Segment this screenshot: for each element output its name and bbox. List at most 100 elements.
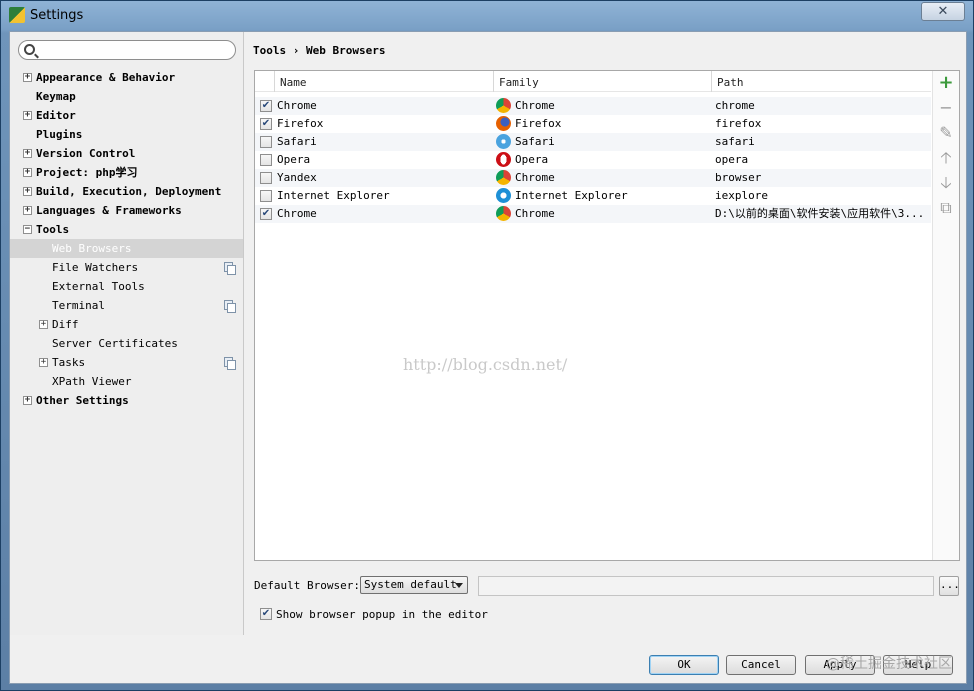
browser-path-cell[interactable]: safari	[715, 133, 929, 151]
collapse-icon[interactable]: −	[23, 225, 32, 234]
browser-path-cell[interactable]: opera	[715, 151, 929, 169]
tree-item[interactable]: + Other Settings	[10, 391, 243, 410]
title-bar[interactable]: Settings ✕	[1, 1, 973, 31]
browser-family-cell[interactable]: Opera	[515, 151, 709, 169]
tree-item[interactable]: Web Browsers	[10, 239, 243, 258]
row-enabled-checkbox[interactable]: ✔	[260, 100, 272, 112]
table-row[interactable]: ✔ Firefox Firefox firefox	[255, 115, 931, 133]
tree-item[interactable]: XPath Viewer	[10, 372, 243, 391]
breadcrumb: Tools › Web Browsers	[253, 44, 385, 57]
expand-icon[interactable]: +	[23, 73, 32, 82]
tree-item[interactable]: + Languages & Frameworks	[10, 201, 243, 220]
browser-path-cell[interactable]: browser	[715, 169, 929, 187]
expand-icon[interactable]: +	[23, 396, 32, 405]
tree-item[interactable]: − Tools	[10, 220, 243, 239]
column-header-name[interactable]: Name	[274, 71, 493, 92]
browser-name-cell[interactable]: Chrome	[277, 97, 491, 115]
browser-name-cell[interactable]: Opera	[277, 151, 491, 169]
web-browsers-panel: Tools › Web Browsers Name Family Path ✔ C…	[245, 32, 966, 635]
expand-icon[interactable]: +	[23, 149, 32, 158]
column-header-path[interactable]: Path	[711, 71, 931, 92]
row-enabled-checkbox[interactable]	[260, 136, 272, 148]
table-row[interactable]: ✔ Chrome Chrome D:\以前的桌面\软件安装\应用软件\3...	[255, 205, 931, 223]
browser-path-field[interactable]	[478, 576, 934, 596]
browser-family-cell[interactable]: Safari	[515, 133, 709, 151]
browser-name-cell[interactable]: Yandex	[277, 169, 491, 187]
browser-family-cell[interactable]: Chrome	[515, 169, 709, 187]
browser-family-cell[interactable]: Chrome	[515, 205, 709, 223]
tree-item-label: Keymap	[36, 90, 76, 103]
tree-item[interactable]: + Version Control	[10, 144, 243, 163]
tree-item[interactable]: Terminal	[10, 296, 243, 315]
tree-item-label: Other Settings	[36, 394, 129, 407]
expand-icon[interactable]: +	[23, 187, 32, 196]
table-row[interactable]: Safari Safari safari	[255, 133, 931, 151]
ie-icon	[496, 188, 511, 203]
browser-path-cell[interactable]: chrome	[715, 97, 929, 115]
tree-item[interactable]: + Build, Execution, Deployment	[10, 182, 243, 201]
chrome-icon	[496, 170, 511, 185]
row-enabled-checkbox[interactable]: ✔	[260, 118, 272, 130]
breadcrumb-parent: Tools	[253, 44, 287, 57]
browser-name-cell[interactable]: Firefox	[277, 115, 491, 133]
breadcrumb-separator: ›	[292, 44, 300, 57]
expand-icon[interactable]: +	[23, 206, 32, 215]
opera-icon	[496, 152, 511, 167]
expand-icon[interactable]: +	[39, 358, 48, 367]
tree-item-label: Diff	[52, 318, 79, 331]
browser-family-cell[interactable]: Chrome	[515, 97, 709, 115]
table-row[interactable]: Opera Opera opera	[255, 151, 931, 169]
browser-name-cell[interactable]: Safari	[277, 133, 491, 151]
safari-icon	[496, 134, 511, 149]
tree-item-label: Terminal	[52, 299, 105, 312]
firefox-icon	[496, 116, 511, 131]
browser-path-cell[interactable]: iexplore	[715, 187, 929, 205]
table-row[interactable]: Internet Explorer Internet Explorer iexplo…	[255, 187, 931, 205]
ok-button[interactable]: OK	[649, 655, 719, 675]
browser-path-cell[interactable]: D:\以前的桌面\软件安装\应用软件\3...	[715, 205, 929, 223]
tree-item[interactable]: Server Certificates	[10, 334, 243, 353]
table-row[interactable]: ✔ Chrome Chrome chrome	[255, 97, 931, 115]
close-button[interactable]: ✕	[921, 2, 965, 21]
browser-name-cell[interactable]: Internet Explorer	[277, 187, 491, 205]
tree-item[interactable]: File Watchers	[10, 258, 243, 277]
browser-path-cell[interactable]: firefox	[715, 115, 929, 133]
tree-item-label: XPath Viewer	[52, 375, 132, 388]
settings-tree: + Appearance & Behavior Keymap + Editor Plugi…	[10, 68, 243, 410]
row-enabled-checkbox[interactable]	[260, 172, 272, 184]
expand-icon[interactable]: +	[23, 111, 32, 120]
move-down-icon[interactable]: 🡣	[938, 175, 954, 191]
browse-button[interactable]: ...	[939, 576, 960, 596]
tree-item-label: Plugins	[36, 128, 83, 141]
table-row[interactable]: Yandex Chrome browser	[255, 169, 931, 187]
settings-window: Settings ✕ + Appearance & Behavior Keymap +…	[0, 0, 974, 691]
move-up-icon[interactable]: 🡡	[938, 150, 954, 166]
row-enabled-checkbox[interactable]	[260, 190, 272, 202]
chrome-icon	[496, 98, 511, 113]
tree-item[interactable]: + Project: php学习	[10, 163, 243, 182]
tree-item[interactable]: + Editor	[10, 106, 243, 125]
tree-item-label: Editor	[36, 109, 76, 122]
tree-item[interactable]: + Tasks	[10, 353, 243, 372]
tree-item[interactable]: + Diff	[10, 315, 243, 334]
column-header-family[interactable]: Family	[493, 71, 711, 92]
edit-icon[interactable]: ✎	[938, 125, 954, 141]
row-enabled-checkbox[interactable]	[260, 154, 272, 166]
copy-icon[interactable]: ⧉	[938, 200, 954, 216]
cancel-button[interactable]: Cancel	[726, 655, 796, 675]
add-icon[interactable]: +	[938, 74, 954, 92]
row-enabled-checkbox[interactable]: ✔	[260, 208, 272, 220]
remove-icon[interactable]: −	[938, 100, 954, 116]
tree-item[interactable]: Plugins	[10, 125, 243, 144]
browser-family-cell[interactable]: Firefox	[515, 115, 709, 133]
tree-item[interactable]: Keymap	[10, 87, 243, 106]
search-input[interactable]	[18, 40, 236, 60]
expand-icon[interactable]: +	[23, 168, 32, 177]
expand-icon[interactable]: +	[39, 320, 48, 329]
tree-item[interactable]: + Appearance & Behavior	[10, 68, 243, 87]
default-browser-select[interactable]: System default	[360, 576, 468, 594]
tree-item[interactable]: External Tools	[10, 277, 243, 296]
browser-family-cell[interactable]: Internet Explorer	[515, 187, 709, 205]
browser-name-cell[interactable]: Chrome	[277, 205, 491, 223]
browser-popup-checkbox[interactable]: ✔	[260, 608, 272, 620]
